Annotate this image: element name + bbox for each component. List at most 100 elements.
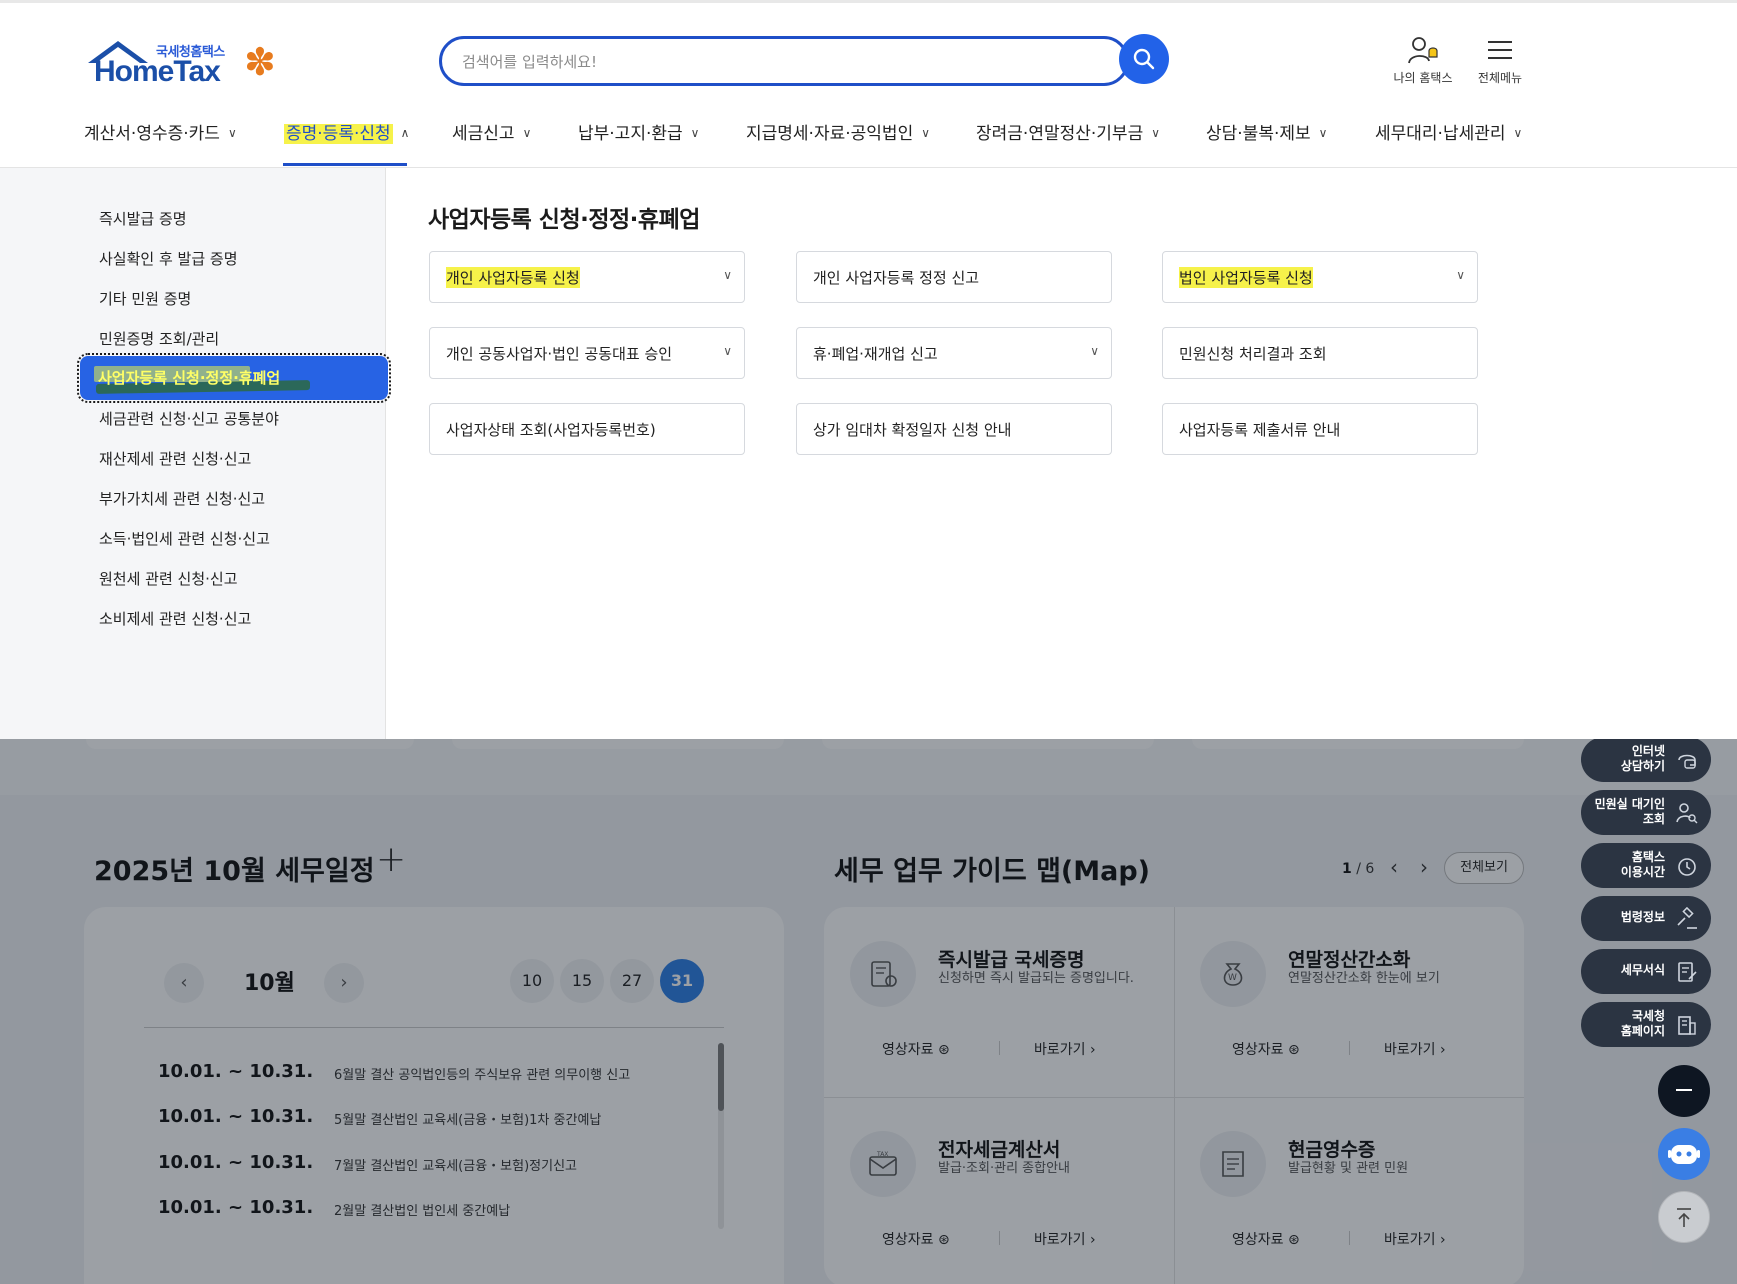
- card-individual-registration[interactable]: 개인 사업자등록 신청 ∨: [429, 251, 745, 303]
- arrow-up-icon: [1677, 1208, 1691, 1227]
- search-input[interactable]: [462, 50, 1022, 74]
- search-icon: [1133, 48, 1155, 70]
- card-individual-correction[interactable]: 개인 사업자등록 정정 신고: [796, 251, 1112, 303]
- gnb-item-payment[interactable]: 납부·고지·환급 ∨: [578, 119, 699, 144]
- card-corporate-registration[interactable]: 법인 사업자등록 신청 ∨: [1162, 251, 1478, 303]
- gnb-label: 세무대리·납세관리: [1375, 124, 1506, 144]
- quick-nts-homepage[interactable]: 국세청 홈페이지: [1581, 1002, 1711, 1047]
- gnb-item-payment-statement[interactable]: 지급명세·자료·공익법인 ∨: [746, 119, 930, 144]
- card-closure-report[interactable]: 휴·폐업·재개업 신고 ∨: [796, 327, 1112, 379]
- card-label: 사업자상태 조회(사업자등록번호): [446, 421, 656, 439]
- card-label: 개인 사업자등록 신청: [446, 267, 580, 288]
- side-item-property-tax[interactable]: 재산제세 관련 신청·신고: [99, 448, 251, 469]
- side-item-vat[interactable]: 부가가치세 관련 신청·신고: [99, 488, 265, 509]
- gnb-active-indicator: [283, 163, 407, 166]
- chevron-down-icon: ∨: [522, 126, 532, 140]
- chevron-down-icon: ∨: [723, 344, 732, 358]
- quick-label: 홈택스 이용시간: [1620, 850, 1665, 879]
- card-label: 상가 임대차 확정일자 신청 안내: [813, 421, 1012, 439]
- gnb-label: 상담·불복·제보: [1206, 124, 1311, 144]
- mega-title: 사업자등록 신청·정정·휴폐업: [428, 207, 700, 233]
- alarm-clock-icon: [1678, 858, 1696, 876]
- quick-law-info[interactable]: 법령정보: [1581, 896, 1711, 941]
- maple-leaf-icon: ✽: [244, 40, 276, 84]
- logo-text: HomeTax: [94, 55, 221, 88]
- quick-tax-forms[interactable]: 세무서식: [1581, 949, 1711, 994]
- card-business-status[interactable]: 사업자상태 조회(사업자등록번호): [429, 403, 745, 455]
- chevron-down-icon: ∨: [921, 126, 931, 140]
- my-hometax-label: 나의 홈택스: [1393, 71, 1453, 85]
- document-edit-icon: [1678, 962, 1697, 982]
- mega-side-menu: 즉시발급 증명 사실확인 후 발급 증명 기타 민원 증명 민원증명 조회/관리…: [0, 168, 391, 739]
- gnb-label: 증명·등록·신청: [284, 124, 393, 144]
- chevron-down-icon: ∨: [1513, 126, 1523, 140]
- global-nav: 계산서·영수증·카드 ∨ 증명·등록·신청 ∧ 세금신고 ∨ 납부·고지·환급 ∨ 지급…: [84, 115, 1684, 155]
- quick-menu-collapse-button[interactable]: [1658, 1065, 1710, 1117]
- card-joint-approval[interactable]: 개인 공동사업자·법인 공동대표 승인 ∨: [429, 327, 745, 379]
- gnb-item-agent[interactable]: 세무대리·납세관리 ∨: [1375, 119, 1522, 144]
- mega-menu: 즉시발급 증명 사실확인 후 발급 증명 기타 민원 증명 민원증명 조회/관리…: [0, 168, 1737, 739]
- quick-label: 세무서식: [1620, 963, 1665, 977]
- search-box: [439, 36, 1129, 86]
- building-icon: [1678, 1016, 1696, 1035]
- card-label: 사업자등록 제출서류 안내: [1179, 421, 1341, 439]
- chevron-down-icon: ∨: [690, 126, 700, 140]
- quick-label: 인터넷 상담하기: [1620, 744, 1665, 773]
- gnb-item-invoice[interactable]: 계산서·영수증·카드 ∨: [84, 119, 237, 144]
- person-search-icon: [1676, 803, 1698, 824]
- chatbot-button[interactable]: [1658, 1128, 1710, 1180]
- hometax-logo[interactable]: 국세청홈택스 HomeTax ✽: [84, 37, 294, 93]
- modal-dim-overlay: [0, 739, 1737, 1284]
- gnb-label: 계산서·영수증·카드: [84, 124, 220, 144]
- side-item-other-cert[interactable]: 기타 민원 증명: [99, 288, 191, 309]
- side-item-cert-manage[interactable]: 민원증명 조회/관리: [99, 328, 219, 349]
- all-menu-button[interactable]: 전체메뉴: [1469, 35, 1531, 86]
- gnb-label: 장려금·연말정산·기부금: [976, 124, 1144, 144]
- quick-waiting-list[interactable]: 민원실 대기인 조회: [1581, 790, 1711, 835]
- quick-internet-consult[interactable]: 인터넷 상담하기: [1581, 737, 1711, 782]
- card-required-docs[interactable]: 사업자등록 제출서류 안내: [1162, 403, 1478, 455]
- quick-label: 국세청 홈페이지: [1620, 1009, 1665, 1038]
- hamburger-icon: [1488, 41, 1512, 59]
- minus-icon: [1676, 1089, 1692, 1091]
- card-label: 개인 공동사업자·법인 공동대표 승인: [446, 345, 673, 363]
- card-label: 민원신청 처리결과 조회: [1179, 345, 1327, 363]
- my-hometax-button[interactable]: 나의 홈택스: [1386, 35, 1460, 86]
- card-label: 휴·폐업·재개업 신고: [813, 345, 938, 363]
- card-label: 개인 사업자등록 정정 신고: [813, 269, 980, 287]
- gnb-label: 세금신고: [452, 124, 515, 144]
- search-button[interactable]: [1119, 34, 1169, 84]
- side-item-business-registration[interactable]: 사업자등록 신청·정정·휴폐업: [77, 353, 391, 403]
- side-item-income-corp-tax[interactable]: 소득·법인세 관련 신청·신고: [99, 528, 270, 549]
- gnb-label: 납부·고지·환급: [578, 124, 683, 144]
- chat-headset-icon: [1678, 754, 1696, 769]
- user-bell-icon: [1408, 37, 1438, 64]
- side-item-instant-cert[interactable]: 즉시발급 증명: [99, 208, 187, 229]
- chevron-down-icon: ∨: [1318, 126, 1328, 140]
- card-lease-date[interactable]: 상가 임대차 확정일자 신청 안내: [796, 403, 1112, 455]
- side-item-withholding[interactable]: 원천세 관련 신청·신고: [99, 568, 238, 589]
- site-header: 국세청홈택스 HomeTax ✽ 나의 홈택스 전체메뉴 계산서·영수증·카드 ∨…: [0, 0, 1737, 168]
- chevron-down-icon: ∨: [227, 126, 237, 140]
- chevron-down-icon: ∨: [1151, 126, 1161, 140]
- quick-label: 민원실 대기인 조회: [1594, 797, 1665, 826]
- gnb-item-incentive[interactable]: 장려금·연말정산·기부금 ∨: [976, 119, 1160, 144]
- side-item-tax-common[interactable]: 세금관련 신청·신고 공통분야: [99, 408, 279, 429]
- chevron-down-icon: ∨: [1456, 268, 1465, 282]
- gnb-item-certificate[interactable]: 증명·등록·신청 ∧: [284, 119, 409, 144]
- quick-label: 법령정보: [1620, 910, 1665, 924]
- gnb-label: 지급명세·자료·공익법인: [746, 124, 914, 144]
- card-label: 법인 사업자등록 신청: [1179, 267, 1313, 288]
- side-item-label: 사업자등록 신청·정정·휴폐업: [98, 369, 281, 387]
- card-request-result[interactable]: 민원신청 처리결과 조회: [1162, 327, 1478, 379]
- gavel-icon: [1677, 907, 1697, 929]
- robot-icon: [1668, 1145, 1700, 1164]
- side-item-consumption-tax[interactable]: 소비제세 관련 신청·신고: [99, 608, 251, 629]
- gnb-item-tax-return[interactable]: 세금신고 ∨: [452, 119, 531, 144]
- quick-service-hours[interactable]: 홈택스 이용시간: [1581, 843, 1711, 888]
- gnb-item-consult[interactable]: 상담·불복·제보 ∨: [1206, 119, 1327, 144]
- side-item-verified-cert[interactable]: 사실확인 후 발급 증명: [99, 248, 238, 269]
- chevron-up-icon: ∧: [400, 126, 410, 140]
- scroll-to-top-button[interactable]: [1658, 1191, 1710, 1243]
- chevron-down-icon: ∨: [1090, 344, 1099, 358]
